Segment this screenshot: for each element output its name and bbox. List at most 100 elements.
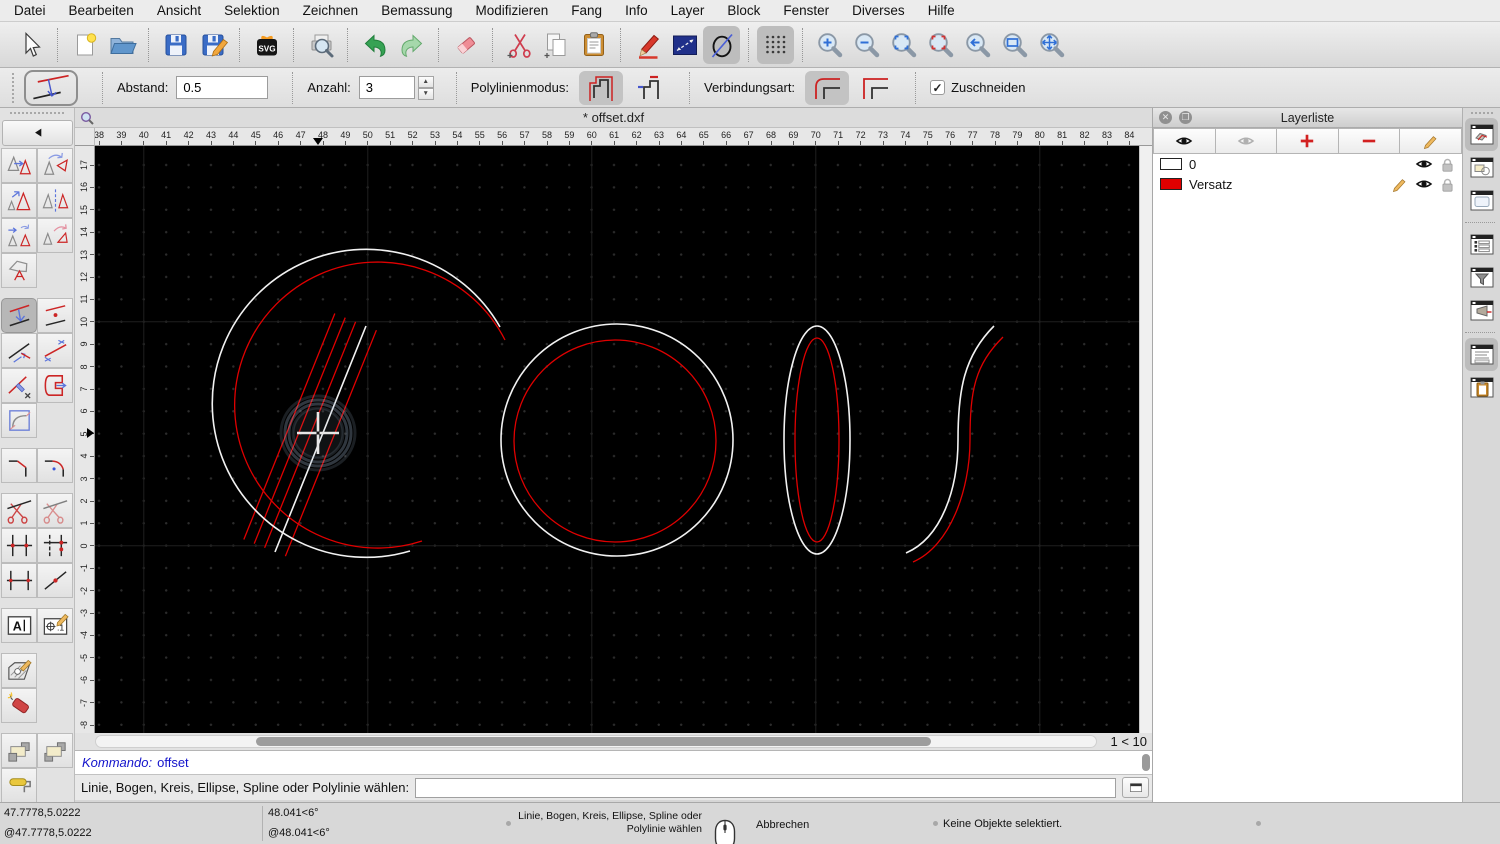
close-icon[interactable]: ✕ [1159,111,1172,124]
menu-zeichnen[interactable]: Zeichnen [303,3,359,18]
grid-toggle-button[interactable] [757,25,794,64]
command-history-scrollbar-thumb[interactable] [1142,754,1150,771]
copy-button[interactable] [538,26,575,64]
layer-edit-pencil-icon[interactable] [1392,176,1408,192]
menu-ansicht[interactable]: Ansicht [157,3,201,18]
layer-lock-icon[interactable] [1440,157,1455,172]
anzahl-input[interactable] [358,76,415,99]
layer-color-swatch[interactable] [1160,158,1182,170]
edit-layer-button[interactable] [1400,128,1462,154]
zoom-in-button[interactable] [811,26,848,64]
selection-filter-dock-button[interactable] [1465,261,1498,294]
menu-hilfe[interactable]: Hilfe [928,3,955,18]
print-preview-button[interactable] [302,26,339,64]
trim-segment-tool-button[interactable] [37,528,73,563]
lengthen-line-tool-button[interactable] [37,333,73,368]
stretch-ends-tool-button[interactable] [1,563,37,598]
draw-pencil-button[interactable] [629,26,666,64]
trim-both-tool-button[interactable] [1,528,37,563]
menu-fenster[interactable]: Fenster [783,3,829,18]
layer-visible-eye-icon[interactable] [1415,177,1433,191]
menu-datei[interactable]: Datei [14,3,46,18]
menu-diverses[interactable]: Diverses [852,3,905,18]
horizontal-scrollbar-thumb[interactable] [256,737,931,746]
pen-settings-dock-button[interactable] [1465,294,1498,327]
offset-tool-button[interactable] [1,298,37,333]
command-history-dock-button[interactable] [1465,338,1498,371]
block-list-dock-button[interactable] [1465,151,1498,184]
palette-back-button[interactable] [2,120,73,146]
layer-visible-eye-icon[interactable] [1415,157,1433,171]
edit-delete-tool-button[interactable] [1,368,37,403]
layer-row-0[interactable]: 0 [1153,154,1462,174]
new-file-button[interactable] [66,26,103,64]
stepper-up-icon[interactable]: ▲ [417,75,434,88]
anzahl-stepper[interactable]: ▲ ▼ [417,75,434,100]
menu-bemassung[interactable]: Bemassung [381,3,452,18]
save-as-button[interactable] [194,26,231,64]
layer-list-dock-button[interactable] [1465,118,1498,151]
paint-roller-tool-button[interactable] [1,768,37,802]
command-input[interactable] [415,777,1116,798]
redo-button[interactable] [393,26,430,64]
move-copy-tool-button[interactable] [1,148,37,183]
hide-all-eye-button[interactable] [1215,128,1278,154]
rotate-tool-button[interactable] [37,148,73,183]
zuschneiden-checkbox[interactable]: ✓ [930,80,946,95]
zoom-redraw-button[interactable] [922,26,959,64]
block-back-tool-button[interactable] [37,733,73,768]
detach-panel-icon[interactable]: ❐ [1179,111,1192,124]
menu-layer[interactable]: Layer [671,3,705,18]
fillet-round-tool-button[interactable] [37,448,73,483]
layer-lock-icon[interactable] [1440,177,1455,192]
open-file-button[interactable] [103,26,140,64]
move-rotate-tool-button[interactable] [1,218,37,253]
show-all-eye-button[interactable] [1153,128,1216,154]
property-editor-dock-button[interactable] [1465,228,1498,261]
zoom-out-button[interactable] [848,26,885,64]
zoom-window-button[interactable] [996,26,1033,64]
library-browser-dock-button[interactable] [1465,184,1498,217]
zoom-pan-button[interactable] [1033,26,1070,64]
layer-color-swatch[interactable] [1160,178,1182,190]
save-button[interactable] [157,26,194,64]
zoom-back-button[interactable] [959,26,996,64]
menu-block[interactable]: Block [727,3,760,18]
connection-sharp-button[interactable] [853,71,897,105]
polyline-mode-segment-button[interactable] [627,71,671,105]
trim-cut-tool-button[interactable] [1,493,37,528]
paste-button[interactable] [575,26,612,64]
stretch-tool-button[interactable] [1,333,37,368]
mirror-tool-button[interactable] [37,183,73,218]
drawing-canvas[interactable] [95,146,1139,733]
menu-fang[interactable]: Fang [571,3,602,18]
menu-bearbeiten[interactable]: Bearbeiten [69,3,134,18]
rotate-two-tool-button[interactable] [37,218,73,253]
explode-tool-button[interactable] [1,688,37,723]
remove-layer-button[interactable] [1338,128,1401,154]
chamfer-tool-button[interactable] [1,448,37,483]
cut-button[interactable] [501,26,538,64]
stepper-down-icon[interactable]: ▼ [417,87,434,100]
command-window-button[interactable] [1122,777,1149,798]
offset-point-tool-button[interactable] [37,298,73,333]
block-front-tool-button[interactable] [1,733,37,768]
horizontal-scrollbar[interactable] [95,735,1097,748]
text-edit-tool-button[interactable]: A [1,608,37,643]
add-layer-button[interactable] [1277,128,1339,154]
pointer-button[interactable] [12,26,49,64]
svg-export-button[interactable]: SVG [248,26,285,64]
scale-tool-button[interactable] [1,183,37,218]
connection-round-button[interactable] [805,70,850,105]
offset-ellipse-button[interactable] [703,25,740,64]
hatch-edit-tool-button[interactable] [1,653,37,688]
undo-button[interactable] [356,26,393,64]
modify-misc-tool-button[interactable] [1,253,37,288]
snap-magnet-tool-button[interactable] [37,368,73,403]
fillet-box-tool-button[interactable] [1,403,37,438]
delete-eraser-button[interactable] [447,26,484,64]
menu-modifizieren[interactable]: Modifizieren [476,3,549,18]
polyline-mode-outline-button[interactable] [578,70,623,105]
trim-cut-two-tool-button[interactable] [37,493,73,528]
zoom-auto-button[interactable] [885,26,922,64]
